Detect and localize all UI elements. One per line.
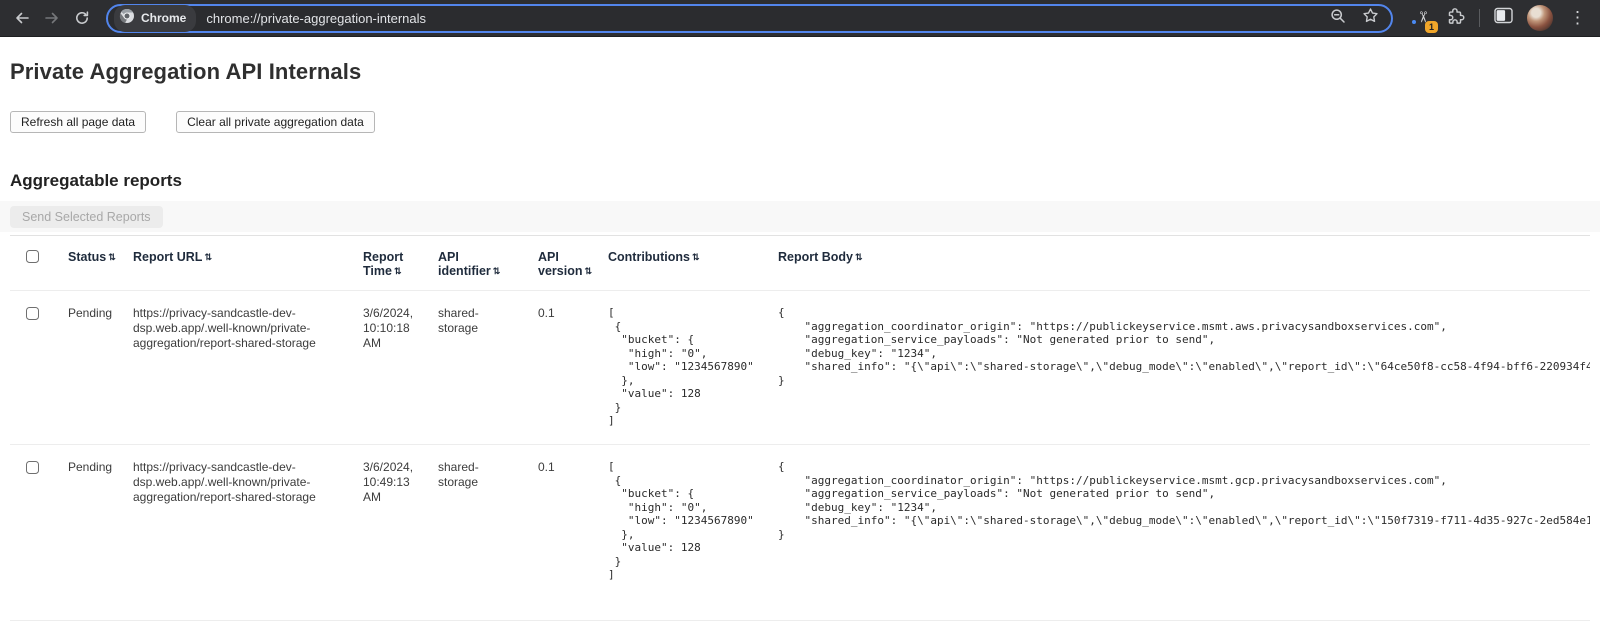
forward-arrow-icon [44,10,60,26]
column-header-report-time[interactable]: Report Time⇅ [363,236,438,291]
reload-icon [74,10,90,26]
api-identifier-cell: shared-storage [438,445,538,621]
aggregatable-reports-table: Status⇅ Report URL⇅ Report Time⇅ API ide… [10,235,1590,621]
side-panel-button[interactable] [1494,7,1513,29]
clipping-extension-button[interactable]: ✂ 1 [1411,6,1433,30]
side-panel-icon [1494,11,1513,28]
report-body-cell: { "aggregation_coordinator_origin": "htt… [778,445,1590,621]
chrome-logo-icon [119,8,135,29]
column-header-contributions[interactable]: Contributions⇅ [608,236,778,291]
table-row: Pending https://privacy-sandcastle-dev-d… [10,291,1590,445]
browser-toolbar: Chrome chrome://private-aggregation-inte… [0,0,1600,37]
report-url-cell: https://privacy-sandcastle-dev-dsp.web.a… [133,445,363,621]
column-header-report-body[interactable]: Report Body⇅ [778,236,1590,291]
column-header-report-url[interactable]: Report URL⇅ [133,236,363,291]
section-heading: Aggregatable reports [10,171,1590,191]
profile-avatar[interactable] [1527,5,1553,31]
status-cell: Pending [68,291,133,445]
report-time-cell: 3/6/2024, 10:10:18 AM [363,291,438,445]
puzzle-icon [1447,12,1465,29]
page-content: Private Aggregation API Internals Refres… [0,59,1600,621]
sort-icon: ⇅ [855,252,863,262]
reload-button[interactable] [68,4,96,32]
sort-icon: ⇅ [692,252,700,262]
site-chip-label: Chrome [141,11,186,25]
report-body-cell: { "aggregation_coordinator_origin": "htt… [778,291,1590,445]
browser-menu-button[interactable]: ⋮ [1567,6,1588,30]
api-identifier-cell: shared-storage [438,291,538,445]
report-time-cell: 3/6/2024, 10:49:13 AM [363,445,438,621]
sort-icon: ⇅ [108,252,116,262]
sort-icon: ⇅ [584,266,592,276]
column-header-api-version[interactable]: API version⇅ [538,236,608,291]
back-arrow-icon [14,10,30,26]
site-chip[interactable]: Chrome [114,5,196,32]
url-text: chrome://private-aggregation-internals [206,11,1320,26]
clear-all-button[interactable]: Clear all private aggregation data [176,111,375,133]
kebab-menu-icon: ⋮ [1569,8,1586,27]
page-title: Private Aggregation API Internals [10,59,1590,85]
sort-icon: ⇅ [204,252,212,262]
scissors-dot [1412,20,1416,24]
column-header-api-identifier[interactable]: API identifier⇅ [438,236,538,291]
toolbar-separator [1479,9,1480,27]
contributions-cell: [ { "bucket": { "high": "0", "low": "123… [608,445,778,621]
contributions-cell: [ { "bucket": { "high": "0", "low": "123… [608,291,778,445]
select-report-checkbox[interactable] [26,307,39,320]
send-selected-reports-button[interactable]: Send Selected Reports [10,206,163,228]
extension-badge: 1 [1425,21,1438,33]
table-header-row: Status⇅ Report URL⇅ Report Time⇅ API ide… [10,236,1590,291]
table-action-bar: Send Selected Reports [0,201,1600,232]
extensions-button[interactable] [1447,7,1465,30]
table-row: Pending https://privacy-sandcastle-dev-d… [10,445,1590,621]
zoom-icon[interactable] [1330,8,1346,29]
back-button[interactable] [8,4,36,32]
forward-button [38,4,66,32]
column-header-status[interactable]: Status⇅ [68,236,133,291]
address-bar[interactable]: Chrome chrome://private-aggregation-inte… [106,4,1393,33]
api-version-cell: 0.1 [538,291,608,445]
api-version-cell: 0.1 [538,445,608,621]
report-url-cell: https://privacy-sandcastle-dev-dsp.web.a… [133,291,363,445]
status-cell: Pending [68,445,133,621]
select-report-checkbox[interactable] [26,461,39,474]
sort-icon: ⇅ [394,266,402,276]
select-all-checkbox[interactable] [26,250,39,263]
bookmark-star-icon[interactable] [1362,7,1379,29]
sort-icon: ⇅ [493,266,501,276]
refresh-all-button[interactable]: Refresh all page data [10,111,146,133]
